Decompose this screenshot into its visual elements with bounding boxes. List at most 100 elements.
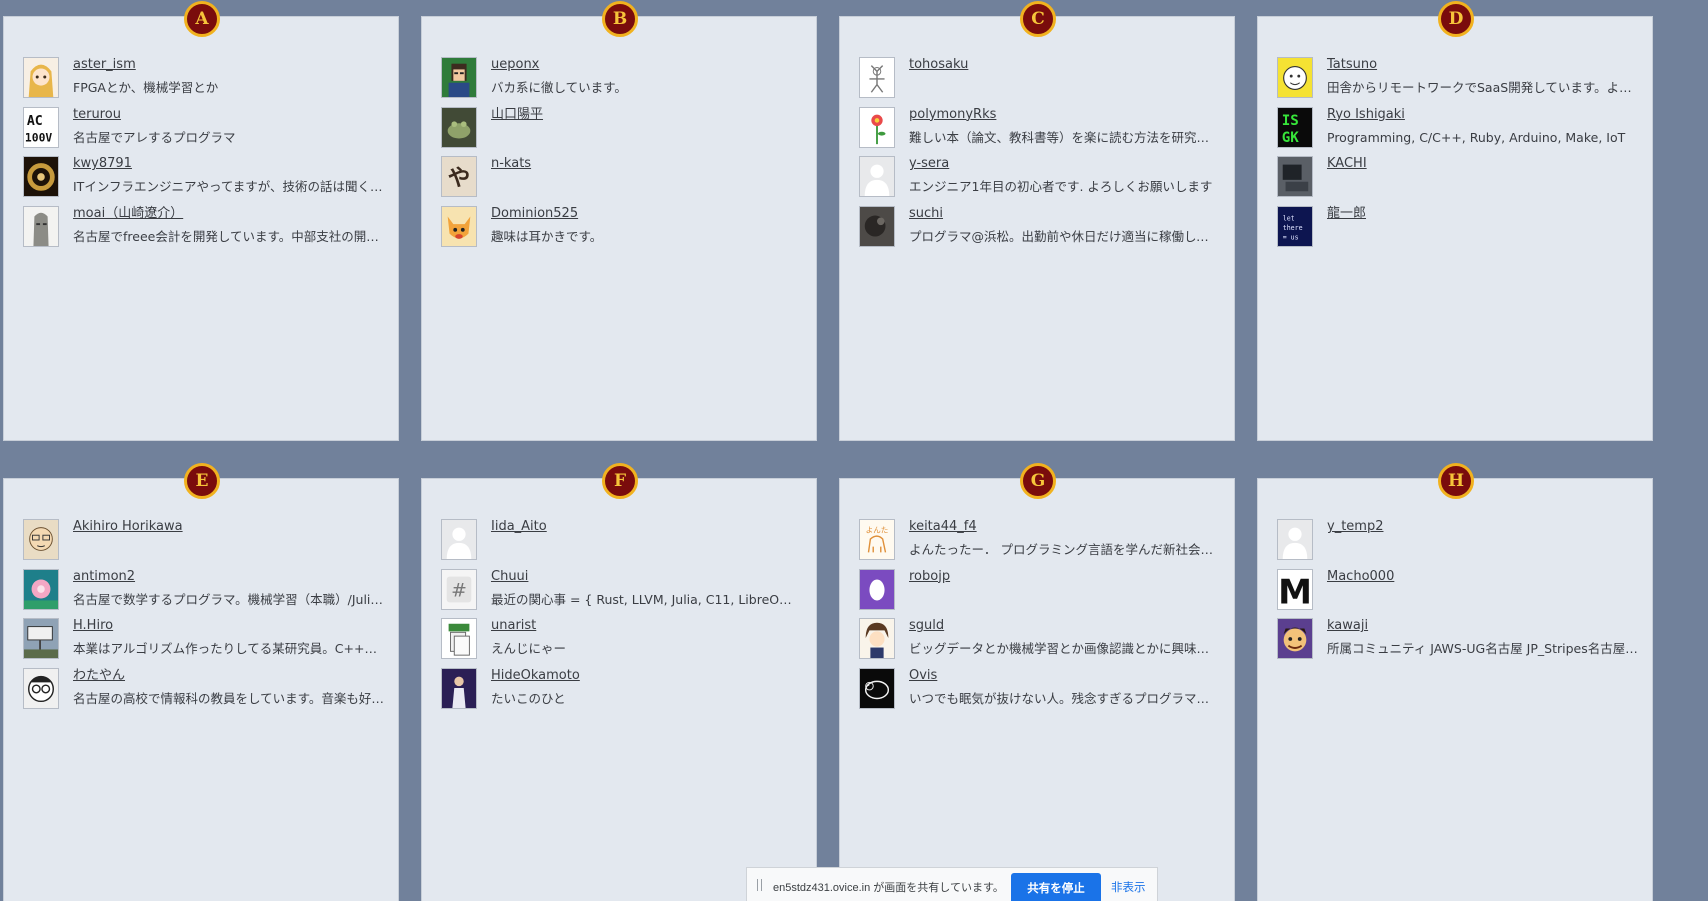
pixel-person-avatar[interactable] [441, 57, 477, 98]
member-name-link[interactable]: moai（山崎遼介） [73, 201, 384, 223]
member-item[interactable]: ueponx バカ系に徹しています。 [441, 52, 802, 102]
glasses-cartoon-avatar[interactable] [23, 668, 59, 710]
member-name-link[interactable]: y_temp2 [1327, 514, 1638, 536]
stage-photo-avatar[interactable] [441, 668, 477, 710]
yonta-dino-avatar[interactable]: よんた [859, 519, 895, 560]
let-there-be-us-avatar[interactable]: let there = us [1277, 206, 1313, 248]
member-name-link[interactable]: antimon2 [73, 564, 384, 586]
moai-avatar[interactable] [23, 206, 59, 248]
member-item[interactable]: Akihiro Horikawa [23, 514, 384, 564]
frog-avatar[interactable] [441, 106, 477, 148]
member-name-link[interactable]: robojp [909, 564, 1220, 586]
member-name-link[interactable]: terurou [73, 102, 384, 124]
kanji-avatar[interactable]: や [441, 156, 477, 198]
stop-sharing-button[interactable]: 共有を停止 [1011, 873, 1101, 901]
member-name-link[interactable]: 龍一郎 [1327, 201, 1638, 223]
desk-photo-avatar[interactable] [1277, 156, 1313, 198]
pink-flower-avatar[interactable] [23, 568, 59, 610]
member-name-link[interactable]: y-sera [909, 151, 1220, 173]
member-name-link[interactable]: HideOkamoto [491, 663, 802, 685]
member-bio: 田舎からリモートワークでSaaS開発しています。よろしくお願いします [1327, 80, 1638, 95]
cartoon-man-avatar[interactable] [1277, 618, 1313, 660]
member-bio: ITインフラエンジニアやってますが、技術の話は聞くのが好きです [73, 179, 384, 195]
member-item[interactable]: Dominion525 趣味は耳かきです。 [441, 201, 802, 251]
member-name-link[interactable]: polymonyRks [909, 102, 1220, 124]
member-item[interactable]: 山口陽平 [441, 102, 802, 152]
member-item[interactable]: IS GK Ryo Ishigaki Programming, C/C++, Ruby… [1277, 102, 1638, 152]
purple-egg-avatar[interactable] [859, 568, 895, 610]
default-person-avatar[interactable] [1277, 519, 1313, 560]
member-name-link[interactable]: 山口陽平 [491, 102, 802, 124]
member-item[interactable]: よんた keita44_f4 よんたったー． プログラミング言語を学んだ新社会人です [859, 514, 1220, 564]
yellow-face-avatar[interactable] [1277, 57, 1313, 98]
member-name-link[interactable]: KACHI [1327, 151, 1638, 173]
sheep-avatar[interactable] [859, 668, 895, 710]
group-panel-a: Aaster_ism FPGAとか、機械学習とか AC 100V terurou 名古屋で… [3, 1, 399, 441]
member-item[interactable]: Iida_Aito [441, 514, 802, 564]
member-name-link[interactable]: sguld [909, 613, 1220, 635]
member-item[interactable]: Ovis いつでも眠気が抜けない人。残念すぎるプログラマです [859, 663, 1220, 713]
member-name-link[interactable]: Tatsuno [1327, 52, 1638, 74]
member-item[interactable]: # Chuui 最近の関心事 = { Rust, LLVM, Julia, C11,… [441, 564, 802, 614]
member-item[interactable]: aster_ism FPGAとか、機械学習とか [23, 52, 384, 102]
member-item[interactable]: unarist えんじにゃー [441, 613, 802, 663]
member-item[interactable]: moai（山崎遼介） 名古屋でfreee会計を開発しています。中部支社の開発チーム… [23, 201, 384, 251]
dark-photo-avatar[interactable] [859, 206, 895, 248]
member-item[interactable]: tohosaku [859, 52, 1220, 102]
member-name-link[interactable]: Macho000 [1327, 564, 1638, 586]
member-item[interactable]: HideOkamoto たいこのひと [441, 663, 802, 713]
member-item[interactable]: y_temp2 [1277, 514, 1638, 564]
member-item[interactable]: y-sera エンジニア1年目の初心者です. よろしくお願いします [859, 151, 1220, 201]
anime-boy-avatar[interactable] [859, 618, 895, 660]
isgk-text-avatar[interactable]: IS GK [1277, 106, 1313, 148]
member-item[interactable]: AC 100V terurou 名古屋でアレするプログラマ [23, 102, 384, 152]
member-item[interactable]: let there = us 龍一郎 [1277, 201, 1638, 251]
member-item[interactable]: suchi プログラマ@浜松。出勤前や休日だけ適当に稼働しています [859, 201, 1220, 251]
member-name-link[interactable]: H.Hiro [73, 613, 384, 635]
member-item[interactable]: kawaji 所属コミュニティ JAWS-UG名古屋 JP_Stripes名古屋 … [1277, 613, 1638, 663]
sign-photo-avatar[interactable] [23, 618, 59, 660]
member-item[interactable]: Tatsuno 田舎からリモートワークでSaaS開発しています。よろしくお願いしま… [1277, 52, 1638, 102]
member-item[interactable]: KACHI [1277, 151, 1638, 201]
member-name-link[interactable]: ueponx [491, 52, 802, 74]
svg-text:let: let [1283, 214, 1295, 222]
member-name-link[interactable]: Ovis [909, 663, 1220, 685]
sketch-avatar[interactable] [859, 57, 895, 98]
member-item[interactable]: や n-kats [441, 151, 802, 201]
letter-m-avatar[interactable]: M [1277, 568, 1313, 610]
member-item[interactable]: sguld ビッグデータとか機械学習とか画像認識とかに興味があります [859, 613, 1220, 663]
glasses-face-avatar[interactable] [23, 519, 59, 560]
member-name-link[interactable]: suchi [909, 201, 1220, 223]
member-name-link[interactable]: Ryo Ishigaki [1327, 102, 1638, 124]
member-name-link[interactable]: tohosaku [909, 52, 1220, 74]
drag-handle-icon[interactable] [757, 879, 762, 891]
member-item[interactable]: antimon2 名古屋で数学するプログラマ。機械学習（本職）/Julia/Rub… [23, 564, 384, 614]
member-name-link[interactable]: Dominion525 [491, 201, 802, 223]
member-name-link[interactable]: kwy8791 [73, 151, 384, 173]
member-name-link[interactable]: わたやん [73, 663, 384, 685]
hide-bar-link[interactable]: 非表示 [1111, 879, 1146, 895]
hash-avatar[interactable]: # [441, 568, 477, 610]
files-avatar[interactable] [441, 618, 477, 660]
member-item[interactable]: H.Hiro 本業はアルゴリズム作ったりしてる某研究員。C++とか使います [23, 613, 384, 663]
member-name-link[interactable]: aster_ism [73, 52, 384, 74]
member-item[interactable]: M Macho000 [1277, 564, 1638, 614]
ac100v-text-avatar[interactable]: AC 100V [23, 106, 59, 148]
member-item[interactable]: わたやん 名古屋の高校で情報科の教員をしています。音楽も好きです [23, 663, 384, 713]
member-name-link[interactable]: unarist [491, 613, 802, 635]
member-item[interactable]: polymonyRks 難しい本（論文、教科書等）を楽に読む方法を研究しています [859, 102, 1220, 152]
member-name-link[interactable]: Chuui [491, 564, 802, 586]
ring-avatar[interactable] [23, 156, 59, 198]
member-name-link[interactable]: n-kats [491, 151, 802, 173]
member-item[interactable]: kwy8791 ITインフラエンジニアやってますが、技術の話は聞くのが好きです [23, 151, 384, 201]
cartoon-fox-avatar[interactable] [441, 206, 477, 248]
default-person-avatar[interactable] [859, 156, 895, 198]
default-person-avatar[interactable] [441, 519, 477, 560]
anime-character-avatar[interactable] [23, 57, 59, 98]
member-name-link[interactable]: Akihiro Horikawa [73, 514, 384, 536]
flower-avatar[interactable] [859, 106, 895, 148]
member-name-link[interactable]: kawaji [1327, 613, 1638, 635]
member-item[interactable]: robojp [859, 564, 1220, 614]
member-name-link[interactable]: keita44_f4 [909, 514, 1220, 536]
member-name-link[interactable]: Iida_Aito [491, 514, 802, 536]
